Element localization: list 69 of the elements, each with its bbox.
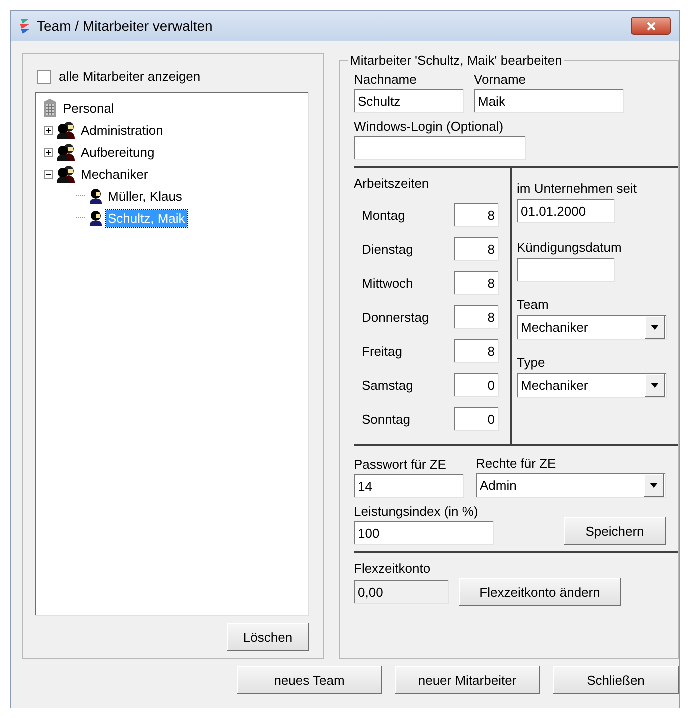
hours-field[interactable]: 8 <box>454 271 499 295</box>
input-field[interactable]: 100 <box>354 521 494 545</box>
expand-icon[interactable] <box>44 126 53 134</box>
date-field[interactable]: 01.01.2000 <box>517 199 615 223</box>
field-label: im Unternehmen seit <box>517 181 638 196</box>
tree-item[interactable]: Müller, Klaus <box>106 188 184 204</box>
expand-icon[interactable] <box>44 148 53 156</box>
group-title: Mitarbeiter 'Schultz, Maik' bearbeiten <box>349 53 564 68</box>
day-label: Mittwoch <box>362 276 414 290</box>
person-icon <box>89 210 103 226</box>
field-label: Type <box>517 355 546 370</box>
people-icon <box>56 165 76 183</box>
dialog-button[interactable]: neues Team <box>237 666 382 694</box>
dropdown-arrow-icon <box>651 325 659 330</box>
field-label: Rechte für ZE <box>476 456 558 471</box>
dialog-button[interactable]: neuer Mitarbeiter <box>395 666 540 694</box>
hours-field[interactable]: 0 <box>454 407 499 431</box>
app-icon <box>19 18 31 34</box>
tree-item[interactable]: Administration <box>79 122 166 138</box>
input-field[interactable] <box>354 136 526 160</box>
collapse-icon[interactable] <box>44 170 53 178</box>
day-label: Freitag <box>362 344 402 358</box>
rights-dropdown[interactable]: Admin <box>476 473 666 498</box>
people-icon <box>56 121 76 139</box>
field-label: Kündigungsdatum <box>517 240 623 255</box>
tree-item[interactable]: Personal <box>61 100 116 116</box>
person-icon <box>89 188 103 204</box>
date-field[interactable] <box>517 258 615 282</box>
close-icon <box>646 22 656 30</box>
field-label: Windows-Login (Optional) <box>354 119 505 134</box>
delete-button[interactable]: Löschen <box>227 623 309 651</box>
dropdown-arrow-icon <box>651 383 659 388</box>
field-label: Team <box>517 297 550 312</box>
hours-field[interactable]: 8 <box>454 203 499 227</box>
tree-connector-icon <box>76 217 86 219</box>
field-label: Passwort für ZE <box>354 457 448 472</box>
team-dropdown[interactable]: Mechaniker <box>517 315 667 340</box>
window-title: Team / Mitarbeiter verwalten <box>37 18 213 34</box>
tree-item[interactable]: Mechaniker <box>79 166 150 182</box>
day-label: Dienstag <box>362 242 414 256</box>
input-field[interactable]: Maik <box>474 89 624 113</box>
field-label: Leistungsindex (in %) <box>354 504 480 519</box>
type-dropdown[interactable]: Mechaniker <box>517 373 667 398</box>
hours-field[interactable]: 8 <box>454 237 499 261</box>
checkbox[interactable] <box>37 70 51 84</box>
close-button[interactable] <box>631 17 671 35</box>
input-field[interactable]: Schultz <box>354 89 464 113</box>
hours-field[interactable]: 8 <box>454 305 499 329</box>
tree-item[interactable]: Aufbereitung <box>79 144 157 160</box>
password-field[interactable]: 14 <box>354 474 464 498</box>
checkbox-label: alle Mitarbeiter anzeigen <box>59 69 201 84</box>
building-icon <box>42 99 58 117</box>
edit-flex-button[interactable]: Flexzeitkonto ändern <box>459 578 621 606</box>
field-label: Flexzeitkonto <box>354 561 432 576</box>
people-icon <box>56 143 76 161</box>
field-label: Vorname <box>474 72 528 87</box>
section-label: Arbeitszeiten <box>354 176 430 191</box>
dropdown-arrow-icon <box>650 483 658 488</box>
tree-connector-icon <box>76 195 86 197</box>
day-label: Montag <box>362 208 406 222</box>
field-label: Nachname <box>354 72 418 87</box>
hours-field[interactable]: 0 <box>454 373 499 397</box>
flex-balance-field[interactable]: 0,00 <box>354 580 449 604</box>
day-label: Donnerstag <box>362 310 430 324</box>
save-button[interactable]: Speichern <box>564 517 666 545</box>
dialog-button[interactable]: Schließen <box>553 666 679 694</box>
hours-field[interactable]: 8 <box>454 339 499 363</box>
day-label: Samstag <box>362 378 414 392</box>
day-label: Sonntag <box>362 412 410 426</box>
